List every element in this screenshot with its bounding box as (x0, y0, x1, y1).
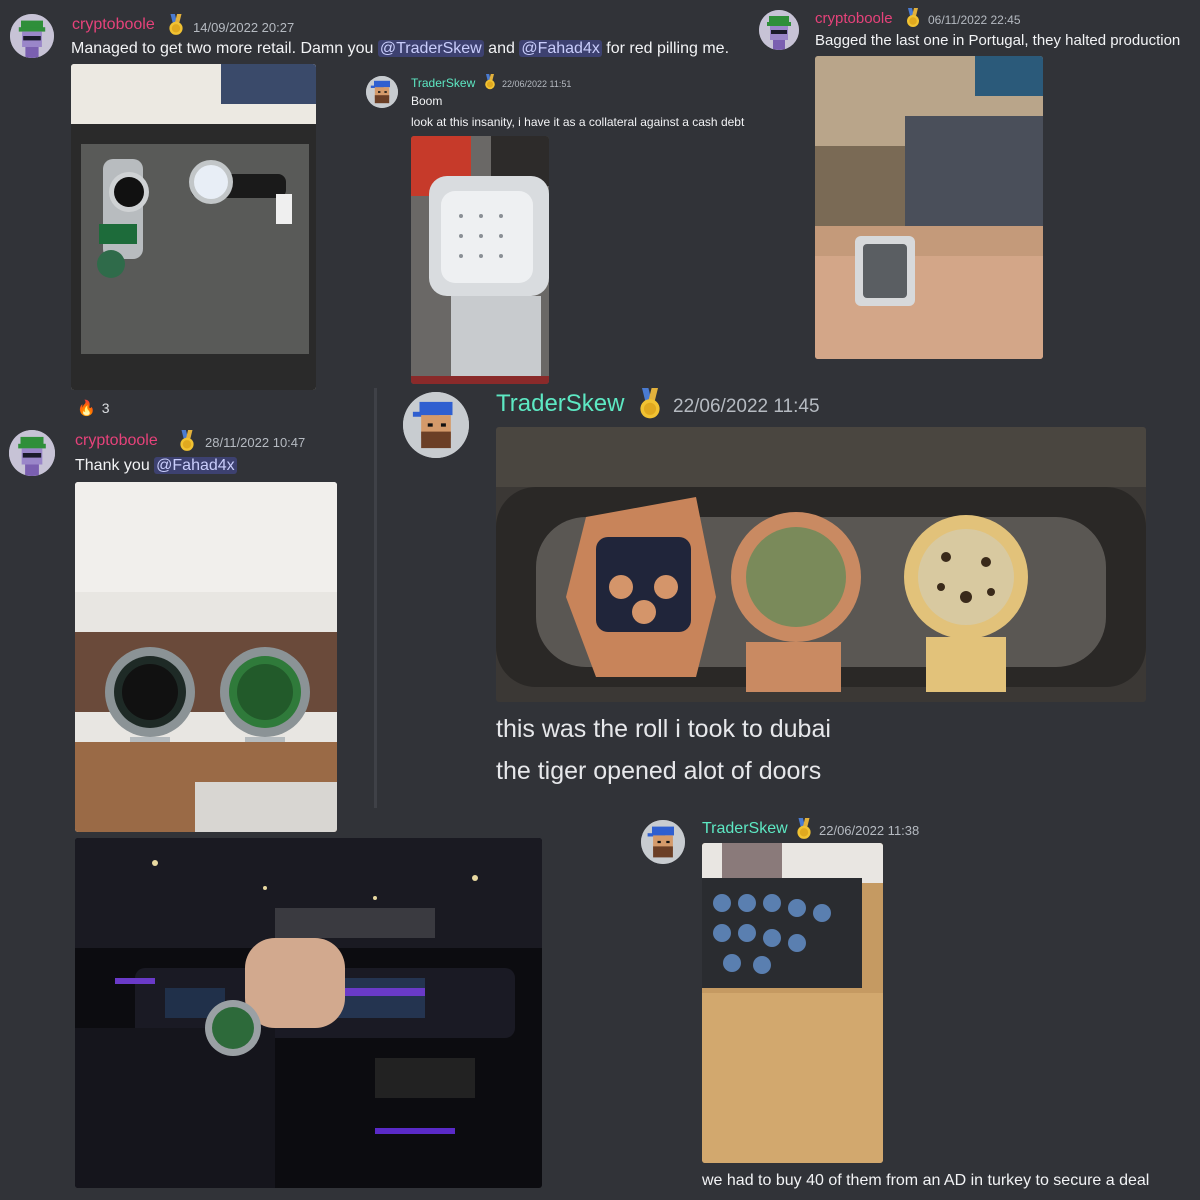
message-text-part: Thank you (75, 457, 155, 474)
message-line: the tiger opened alot of doors (496, 757, 822, 785)
message-line: look at this insanity, i have it as a co… (411, 115, 745, 129)
gold-medal-icon (482, 74, 498, 90)
message-text: Managed to get two more retail. Damn you… (71, 40, 729, 58)
car-interior-photo[interactable] (75, 838, 542, 1188)
message-text: we had to buy 40 of them from an AD in t… (702, 1172, 1150, 1189)
post-username[interactable]: TraderSkew (702, 820, 788, 838)
message-text: Thank you @Fahad4x (75, 457, 237, 475)
reaction-button[interactable]: 🔥 3 (71, 395, 115, 421)
post-timestamp: 28/11/2022 10:47 (205, 435, 306, 450)
post-timestamp: 22/06/2022 11:45 (673, 396, 820, 417)
message-text: Bagged the last one in Portugal, they ha… (815, 32, 1181, 49)
post-username[interactable]: cryptoboole (75, 432, 158, 450)
message-text-part: and (483, 40, 520, 57)
wrist-watch-photo[interactable] (815, 56, 1043, 359)
gold-medal-icon (903, 8, 923, 28)
post-timestamp: 06/11/2022 22:45 (928, 13, 1021, 27)
watch-roll-photo[interactable] (496, 427, 1146, 702)
post-username[interactable]: TraderSkew (411, 76, 475, 90)
message-line: this was the roll i took to dubai (496, 715, 831, 743)
watch-tray-photo[interactable] (71, 64, 316, 390)
gold-medal-icon (793, 818, 815, 840)
two-watches-photo[interactable] (75, 482, 337, 832)
gold-medal-icon (176, 430, 198, 452)
user-mention[interactable]: @Fahad4x (519, 40, 602, 57)
reaction-count: 3 (101, 400, 110, 416)
gold-medal-icon (165, 14, 187, 36)
message-text-part: Managed to get two more retail. Damn you (71, 40, 378, 57)
cryptoboole-avatar[interactable] (10, 14, 54, 58)
traderskew-avatar[interactable] (366, 76, 398, 108)
post-timestamp: 22/06/2022 11:38 (819, 823, 920, 838)
gold-medal-icon (634, 388, 666, 420)
cryptoboole-avatar[interactable] (759, 10, 799, 50)
watch-display-photo[interactable] (702, 843, 883, 1163)
post-username[interactable]: TraderSkew (496, 390, 624, 418)
post-username[interactable]: cryptoboole (72, 16, 155, 34)
iced-watch-photo[interactable] (411, 136, 549, 384)
user-mention[interactable]: @TraderSkew (377, 40, 484, 57)
post-username[interactable]: cryptoboole (815, 10, 893, 27)
traderskew-avatar[interactable] (403, 392, 469, 458)
post-timestamp: 14/09/2022 20:27 (193, 20, 295, 35)
post-timestamp: 22/06/2022 11:51 (502, 79, 572, 89)
cryptoboole-avatar[interactable] (9, 430, 55, 476)
traderskew-avatar[interactable] (641, 820, 685, 864)
fire-emoji-icon: 🔥 (77, 400, 96, 417)
user-mention[interactable]: @Fahad4x (154, 457, 237, 474)
message-line: Boom (411, 94, 443, 108)
thread-divider (374, 388, 377, 808)
message-text-part: for red pilling me. (601, 40, 730, 57)
